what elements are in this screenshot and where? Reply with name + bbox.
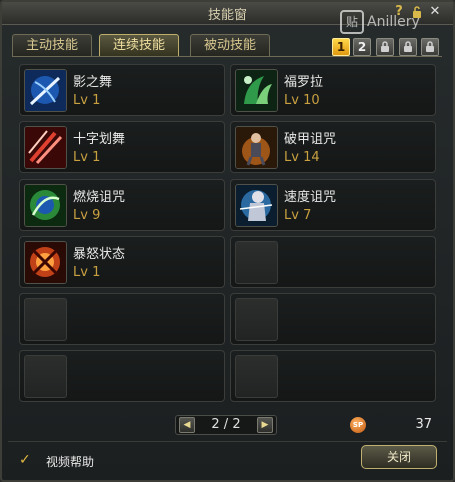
skill-name: 速度诅咒 bbox=[284, 190, 337, 205]
sp-value: 37 bbox=[415, 417, 432, 432]
skill-name: 影之舞 bbox=[73, 75, 113, 90]
video-help-label[interactable]: 视频帮助 bbox=[46, 453, 94, 470]
skill-level: Lv 14 bbox=[284, 150, 320, 165]
page-button-1[interactable]: 1 bbox=[332, 38, 350, 56]
page-lock-icon[interactable] bbox=[399, 38, 417, 56]
tab-combo-skills[interactable]: 连续技能 bbox=[99, 34, 179, 56]
empty-icon-slot bbox=[24, 355, 67, 398]
page-indicator: 2 / 2 bbox=[211, 417, 241, 432]
empty-icon-slot bbox=[235, 298, 278, 341]
skill-window: 技能窗 ? ✕ 贴 Anillery 主动技能 连续技能 被动技能 1 2 影之… bbox=[0, 0, 455, 482]
empty-skill-slot bbox=[230, 236, 436, 288]
empty-icon-slot bbox=[24, 298, 67, 341]
speed-curse-icon[interactable] bbox=[235, 184, 278, 227]
tab-active-skills[interactable]: 主动技能 bbox=[12, 34, 92, 56]
page-button-2[interactable]: 2 bbox=[353, 38, 371, 56]
empty-icon-slot bbox=[235, 355, 278, 398]
tab-passive-skills[interactable]: 被动技能 bbox=[190, 34, 270, 56]
skill-slot[interactable]: 暴怒状态 Lv 1 bbox=[19, 236, 225, 288]
skill-level: Lv 9 bbox=[73, 208, 101, 223]
skill-level: Lv 7 bbox=[284, 208, 312, 223]
skill-name: 燃烧诅咒 bbox=[73, 190, 126, 205]
footer-divider bbox=[8, 441, 447, 442]
close-icon[interactable]: ✕ bbox=[428, 5, 442, 19]
sp-icon: SP bbox=[350, 417, 366, 433]
skill-slot[interactable]: 十字划舞 Lv 1 bbox=[19, 121, 225, 173]
next-page-button[interactable]: ▶ bbox=[257, 417, 273, 433]
skill-slot[interactable]: 速度诅咒 Lv 7 bbox=[230, 179, 436, 231]
burning-curse-icon[interactable] bbox=[24, 184, 67, 227]
prev-page-button[interactable]: ◀ bbox=[179, 417, 195, 433]
watermark-text: Anillery bbox=[367, 14, 420, 30]
armor-break-curse-icon[interactable] bbox=[235, 126, 278, 169]
skill-slot[interactable]: 福罗拉 Lv 10 bbox=[230, 64, 436, 116]
empty-skill-slot bbox=[19, 293, 225, 345]
shadow-dance-icon[interactable] bbox=[24, 69, 67, 112]
skill-level: Lv 1 bbox=[73, 150, 101, 165]
skill-slot[interactable]: 燃烧诅咒 Lv 9 bbox=[19, 179, 225, 231]
page-navigator: ◀ 2 / 2 ▶ bbox=[175, 415, 277, 435]
empty-skill-slot bbox=[230, 293, 436, 345]
skill-slot[interactable]: 破甲诅咒 Lv 14 bbox=[230, 121, 436, 173]
page-lock-icon[interactable] bbox=[376, 38, 394, 56]
video-help-checkbox[interactable]: ✓ bbox=[19, 453, 33, 467]
skill-level: Lv 10 bbox=[284, 93, 320, 108]
empty-skill-slot bbox=[19, 350, 225, 402]
skill-name: 十字划舞 bbox=[73, 132, 126, 147]
skill-name: 暴怒状态 bbox=[73, 247, 126, 262]
skill-level: Lv 1 bbox=[73, 265, 101, 280]
close-button[interactable]: 关闭 bbox=[361, 445, 437, 469]
empty-skill-slot bbox=[230, 350, 436, 402]
skill-name: 破甲诅咒 bbox=[284, 132, 337, 147]
skill-slot[interactable]: 影之舞 Lv 1 bbox=[19, 64, 225, 116]
cross-slash-icon[interactable] bbox=[24, 126, 67, 169]
watermark-logo: 贴 bbox=[340, 10, 364, 34]
watermark: 贴 Anillery bbox=[340, 10, 420, 34]
flora-icon[interactable] bbox=[235, 69, 278, 112]
skill-level: Lv 1 bbox=[73, 93, 101, 108]
page-lock-icon[interactable] bbox=[421, 38, 439, 56]
empty-icon-slot bbox=[235, 241, 278, 284]
rage-state-icon[interactable] bbox=[24, 241, 67, 284]
skill-name: 福罗拉 bbox=[284, 75, 324, 90]
